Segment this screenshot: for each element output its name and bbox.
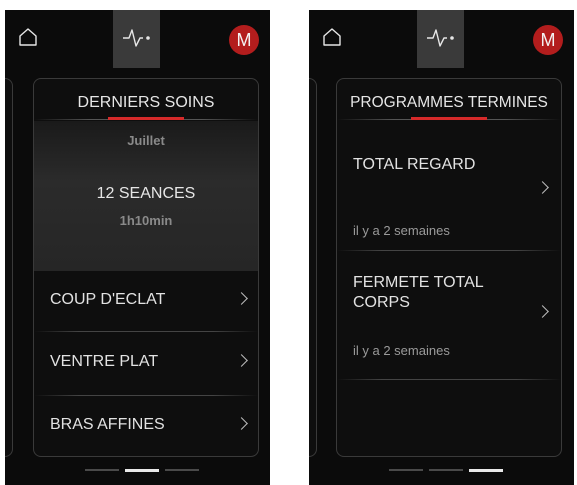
- page-dot[interactable]: [389, 469, 423, 471]
- page-indicator: [309, 469, 574, 472]
- list-item-bras-affines[interactable]: BRAS AFFINES: [34, 396, 258, 456]
- chevron-right-icon: [536, 305, 549, 318]
- row-divider: [34, 331, 258, 332]
- page-dot-active[interactable]: [469, 469, 503, 472]
- top-nav-bar: M: [5, 10, 270, 68]
- chevron-right-icon: [536, 181, 549, 194]
- tab-activity[interactable]: [417, 10, 464, 68]
- avatar[interactable]: M: [533, 25, 563, 55]
- card-title: PROGRAMMES TERMINES: [350, 94, 548, 111]
- phone-screen-finished-programs: M PROGRAMMES TERMINES TOTAL REGARD il y …: [309, 10, 574, 485]
- title-accent-underline: [108, 117, 184, 120]
- program-name: FERMETE TOTAL CORPS: [353, 274, 484, 311]
- finished-programs-card: PROGRAMMES TERMINES TOTAL REGARD il y a …: [336, 78, 562, 457]
- pulse-icon: [123, 29, 150, 47]
- program-item-total-regard[interactable]: TOTAL REGARD il y a 2 semaines: [337, 121, 561, 251]
- home-icon[interactable]: [17, 26, 39, 48]
- program-name: TOTAL REGARD: [353, 156, 476, 173]
- total-duration: 1h10min: [119, 213, 173, 228]
- top-nav-bar: M: [309, 10, 574, 68]
- program-item-fermete-total-corps[interactable]: FERMETE TOTAL CORPS il y a 2 semaines: [337, 251, 561, 381]
- avatar[interactable]: M: [229, 25, 259, 55]
- list-item-label: BRAS AFFINES: [50, 416, 165, 433]
- summary-panel: Juillet 12 SEANCES 1h10min: [34, 121, 258, 271]
- list-item-ventre-plat[interactable]: VENTRE PLAT: [34, 333, 258, 395]
- pulse-icon: [427, 29, 454, 47]
- program-finished-time: il y a 2 semaines: [353, 223, 450, 238]
- chevron-right-icon: [235, 292, 248, 305]
- chevron-right-icon: [235, 354, 248, 367]
- sessions-count: 12 SEANCES: [96, 185, 196, 202]
- previous-card-edge[interactable]: [309, 78, 317, 457]
- program-finished-time: il y a 2 semaines: [353, 343, 450, 358]
- list-item-label: COUP D'ECLAT: [50, 291, 166, 308]
- page-dot-active[interactable]: [125, 469, 159, 472]
- list-item-coup-declat[interactable]: COUP D'ECLAT: [34, 271, 258, 333]
- title-accent-underline: [411, 117, 487, 120]
- previous-card-edge[interactable]: [5, 78, 13, 457]
- page-dot[interactable]: [429, 469, 463, 471]
- home-icon[interactable]: [321, 26, 343, 48]
- chevron-right-icon: [235, 417, 248, 430]
- page-dot[interactable]: [165, 469, 199, 471]
- page-dot[interactable]: [85, 469, 119, 471]
- last-treatments-card: DERNIERS SOINS Juillet 12 SEANCES 1h10mi…: [33, 78, 259, 457]
- card-title: DERNIERS SOINS: [77, 94, 215, 111]
- tab-activity[interactable]: [113, 10, 160, 68]
- row-divider: [337, 379, 561, 380]
- page-indicator: [5, 469, 270, 472]
- list-item-label: VENTRE PLAT: [50, 353, 159, 370]
- phone-screen-last-treatments: M DERNIERS SOINS Juillet 12 SEANCES 1h10…: [5, 10, 270, 485]
- month-label: Juillet: [127, 133, 165, 148]
